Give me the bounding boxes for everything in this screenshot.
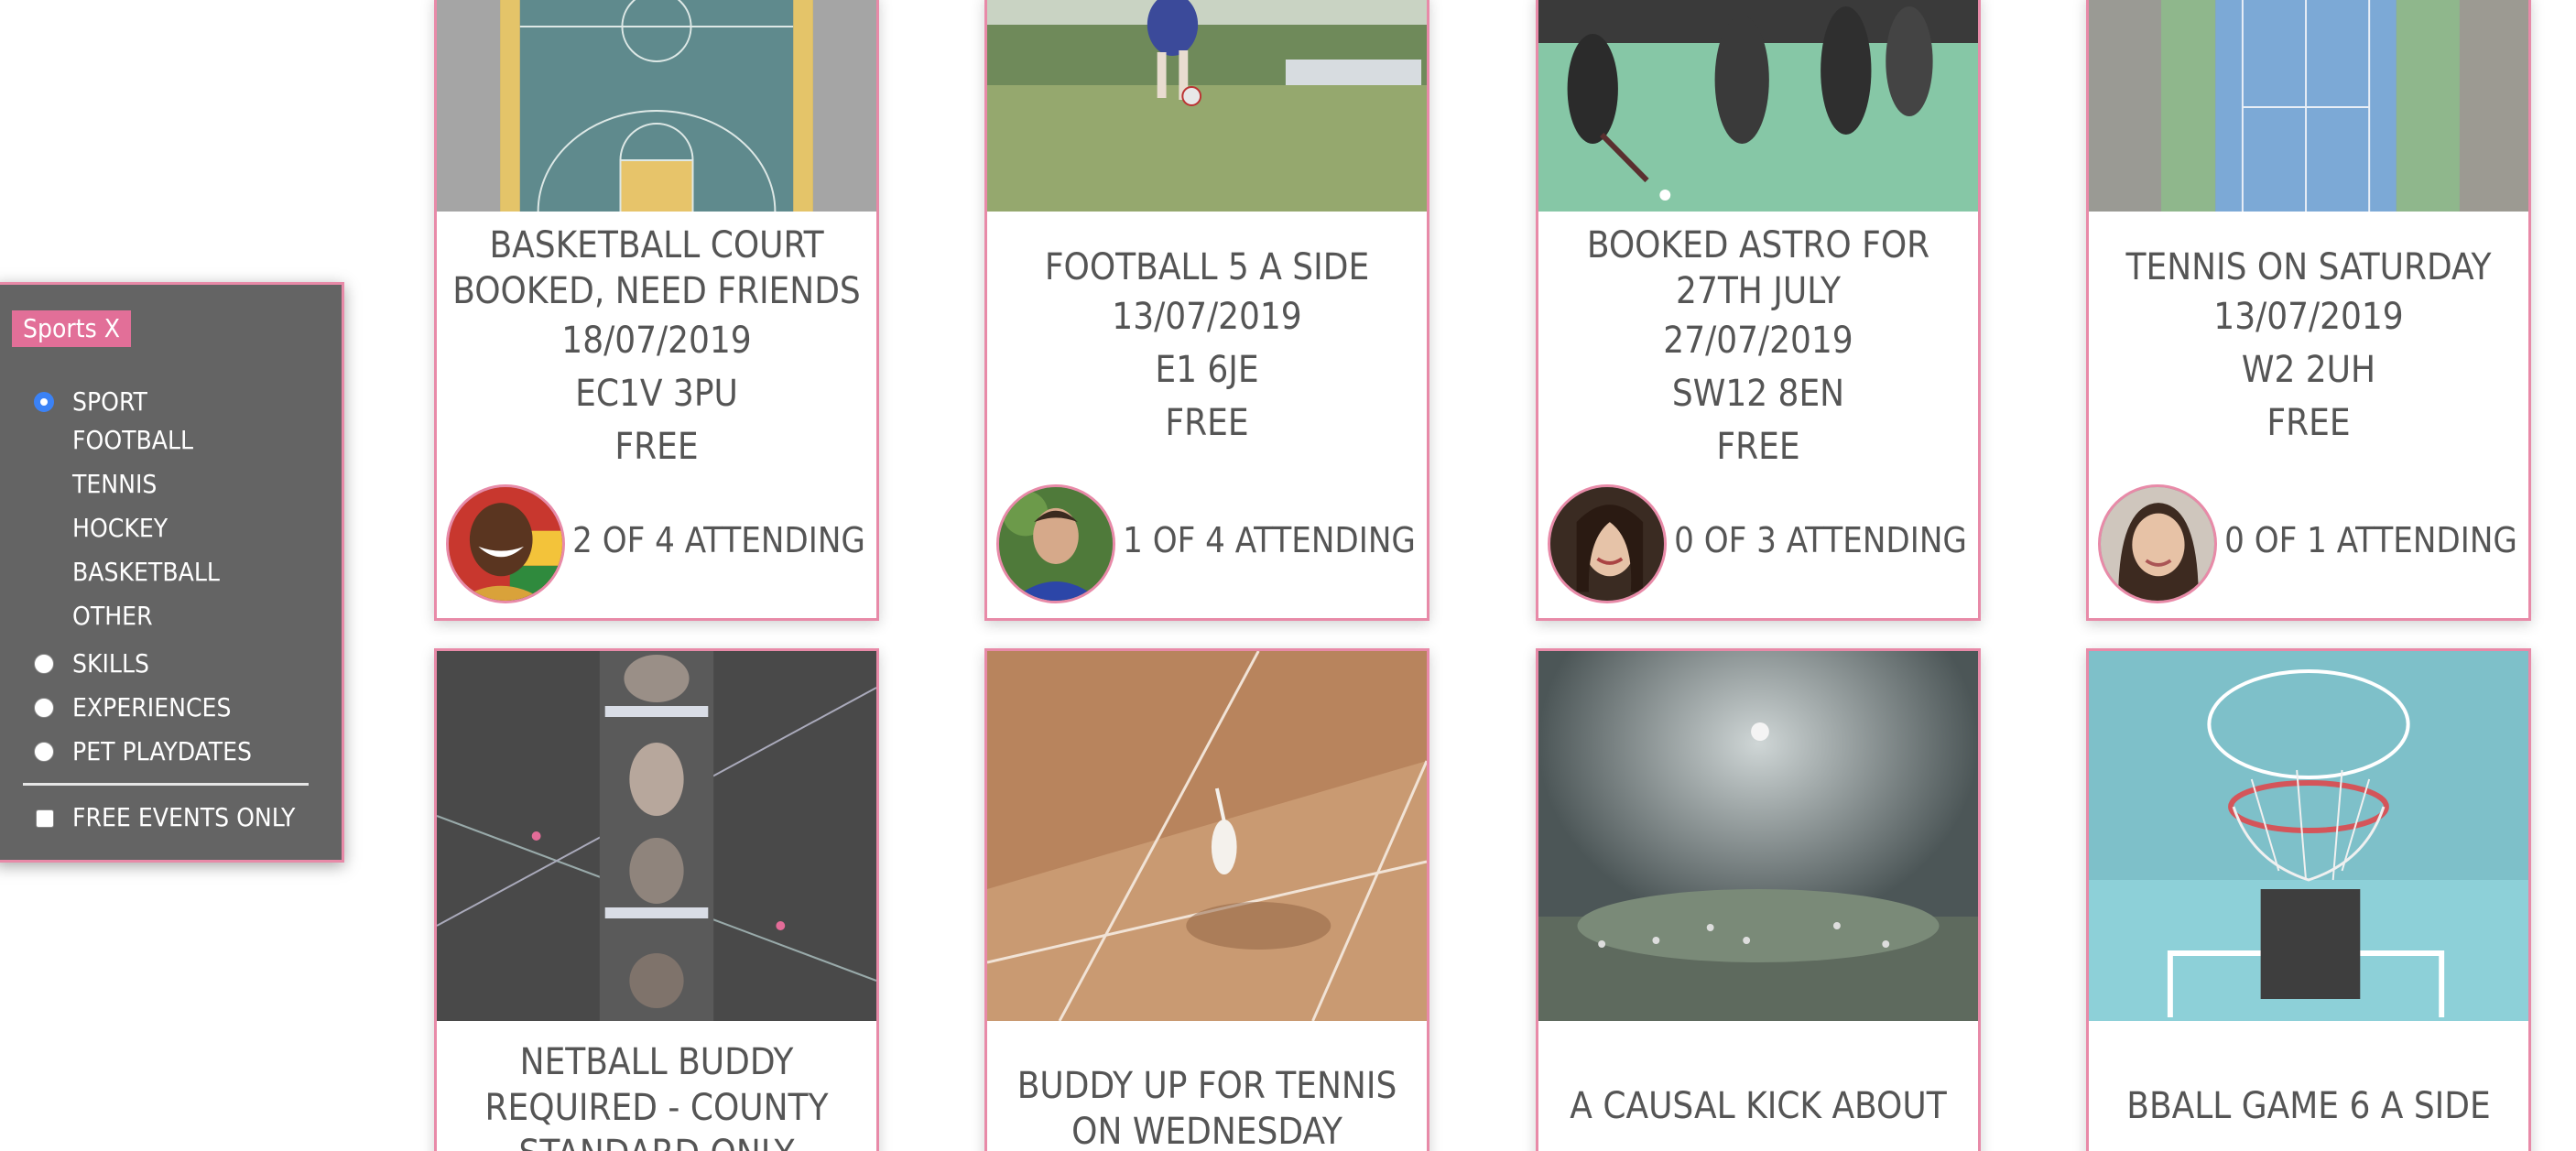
night-football-photo bbox=[1538, 651, 1978, 1021]
host-avatar[interactable] bbox=[2098, 484, 2217, 603]
event-title: A CAUSAL KICK ABOUT bbox=[1570, 1085, 1947, 1127]
event-card[interactable]: NETBALL BUDDY REQUIRED - COUNTY STANDARD… bbox=[434, 648, 879, 1151]
event-title: BOOKED ASTRO FOR 27TH JULY bbox=[1586, 224, 1930, 312]
subfilter-other-label[interactable]: OTHER bbox=[72, 596, 153, 636]
experiences-radio[interactable] bbox=[34, 698, 54, 718]
attending-count: 0 OF 3 ATTENDING bbox=[1674, 520, 1967, 560]
hockey-photo bbox=[1538, 0, 1978, 212]
event-card[interactable]: BOOKED ASTRO FOR 27TH JULY 27/07/2019 SW… bbox=[1536, 0, 1981, 621]
filter-experiences[interactable]: EXPERIENCES bbox=[0, 688, 342, 728]
subfilter-football[interactable]: FOOTBALL bbox=[0, 420, 342, 461]
subfilter-basketball-label[interactable]: BASKETBALL bbox=[72, 552, 220, 592]
pet-playdates-radio[interactable] bbox=[34, 742, 54, 762]
filter-skills-label: SKILLS bbox=[72, 648, 149, 679]
event-details: BUDDY UP FOR TENNIS ON WEDNESDAY bbox=[987, 1063, 1427, 1151]
filter-panel: Sports X SPORT FOOTBALL TENNIS HOCKEY BA… bbox=[0, 282, 344, 863]
attending-count: 1 OF 4 ATTENDING bbox=[1123, 520, 1416, 560]
event-date: 27/07/2019 bbox=[1663, 320, 1853, 362]
event-price: FREE bbox=[614, 426, 699, 468]
skills-radio[interactable] bbox=[34, 654, 54, 674]
rowing-photo bbox=[437, 651, 876, 1021]
brand-badge: Sports X bbox=[12, 310, 131, 347]
subfilter-other[interactable]: OTHER bbox=[0, 596, 342, 636]
event-details: BOOKED ASTRO FOR 27TH JULY 27/07/2019 SW… bbox=[1538, 223, 1978, 473]
subfilter-tennis[interactable]: TENNIS bbox=[0, 464, 342, 505]
sport-radio[interactable] bbox=[34, 392, 54, 412]
basketball-court-photo bbox=[437, 0, 876, 212]
basketball-hoop-photo bbox=[2089, 651, 2528, 1021]
filter-divider bbox=[23, 783, 309, 786]
event-details: BBALL GAME 6 A SIDE bbox=[2089, 1083, 2528, 1129]
clay-tennis-photo bbox=[987, 651, 1427, 1021]
free-events-filter[interactable]: FREE EVENTS ONLY bbox=[0, 798, 342, 838]
host-avatar[interactable] bbox=[996, 484, 1115, 603]
event-title: BASKETBALL COURT BOOKED, NEED FRIENDS bbox=[452, 224, 861, 312]
subfilter-hockey-label[interactable]: HOCKEY bbox=[72, 508, 168, 548]
event-card[interactable]: FOOTBALL 5 A SIDE 13/07/2019 E1 6JE FREE… bbox=[984, 0, 1429, 621]
event-date: 13/07/2019 bbox=[2213, 296, 2404, 338]
event-card[interactable]: BASKETBALL COURT BOOKED, NEED FRIENDS 18… bbox=[434, 0, 879, 621]
filter-experiences-label: EXPERIENCES bbox=[72, 692, 232, 722]
event-title: BBALL GAME 6 A SIDE bbox=[2126, 1085, 2491, 1127]
filter-sport-label: SPORT bbox=[72, 386, 147, 417]
subfilter-football-label[interactable]: FOOTBALL bbox=[72, 420, 193, 461]
host-avatar[interactable] bbox=[1548, 484, 1667, 603]
subfilter-tennis-label[interactable]: TENNIS bbox=[72, 464, 157, 505]
event-date: 13/07/2019 bbox=[1112, 296, 1302, 338]
event-postcode: W2 2UH bbox=[2241, 349, 2376, 391]
event-card[interactable]: TENNIS ON SATURDAY 13/07/2019 W2 2UH FRE… bbox=[2086, 0, 2531, 621]
tennis-court-photo bbox=[2089, 0, 2528, 212]
filter-pet-playdates[interactable]: PET PLAYDATES bbox=[0, 732, 342, 772]
free-events-checkbox[interactable] bbox=[36, 809, 54, 828]
event-postcode: E1 6JE bbox=[1155, 349, 1259, 391]
event-details: NETBALL BUDDY REQUIRED - COUNTY STANDARD… bbox=[437, 1039, 876, 1151]
event-details: A CAUSAL KICK ABOUT bbox=[1538, 1083, 1978, 1129]
event-date: 18/07/2019 bbox=[561, 320, 752, 362]
filter-sport[interactable]: SPORT bbox=[0, 382, 342, 422]
attending-count: 0 OF 1 ATTENDING bbox=[2224, 520, 2517, 560]
event-details: FOOTBALL 5 A SIDE 13/07/2019 E1 6JE FREE bbox=[987, 244, 1427, 450]
event-title: BUDDY UP FOR TENNIS ON WEDNESDAY bbox=[1016, 1065, 1397, 1151]
filter-pet-playdates-label: PET PLAYDATES bbox=[72, 736, 253, 766]
event-postcode: EC1V 3PU bbox=[575, 373, 738, 415]
football-photo bbox=[987, 0, 1427, 212]
filter-skills[interactable]: SKILLS bbox=[0, 644, 342, 684]
event-title: TENNIS ON SATURDAY bbox=[2125, 246, 2492, 288]
event-details: TENNIS ON SATURDAY 13/07/2019 W2 2UH FRE… bbox=[2089, 244, 2528, 450]
event-price: FREE bbox=[1716, 426, 1800, 468]
event-card[interactable]: BUDDY UP FOR TENNIS ON WEDNESDAY bbox=[984, 648, 1429, 1151]
event-card[interactable]: A CAUSAL KICK ABOUT bbox=[1536, 648, 1981, 1151]
event-card[interactable]: BBALL GAME 6 A SIDE bbox=[2086, 648, 2531, 1151]
event-title: NETBALL BUDDY REQUIRED - COUNTY STANDARD… bbox=[484, 1041, 829, 1151]
events-page: Sports X SPORT FOOTBALL TENNIS HOCKEY BA… bbox=[0, 0, 2576, 1151]
event-postcode: SW12 8EN bbox=[1671, 373, 1845, 415]
event-title: FOOTBALL 5 A SIDE bbox=[1044, 246, 1370, 288]
event-details: BASKETBALL COURT BOOKED, NEED FRIENDS 18… bbox=[437, 223, 876, 473]
host-avatar[interactable] bbox=[446, 484, 565, 603]
subfilter-basketball[interactable]: BASKETBALL bbox=[0, 552, 342, 592]
subfilter-hockey[interactable]: HOCKEY bbox=[0, 508, 342, 548]
event-price: FREE bbox=[1165, 402, 1249, 444]
free-events-label: FREE EVENTS ONLY bbox=[72, 802, 296, 832]
event-price: FREE bbox=[2266, 402, 2351, 444]
attending-count: 2 OF 4 ATTENDING bbox=[572, 520, 865, 560]
